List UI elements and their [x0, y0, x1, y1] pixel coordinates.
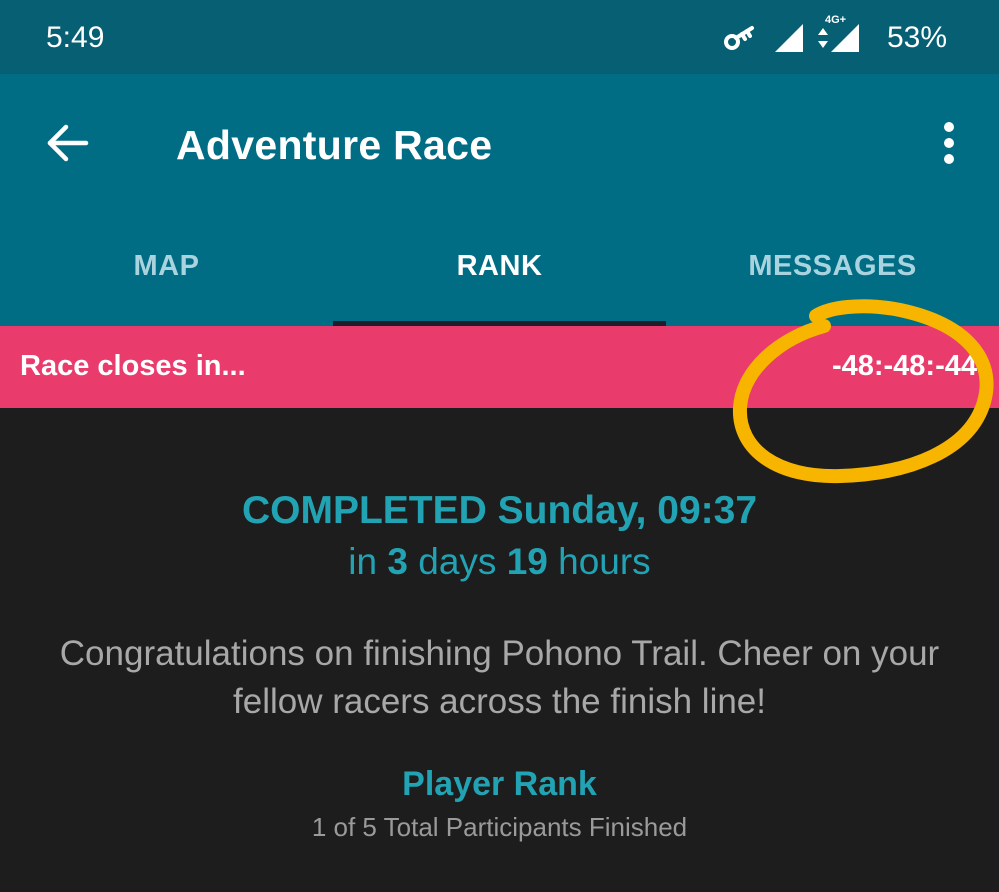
status-time: 5:49 [46, 21, 105, 54]
tab-rank[interactable]: RANK [333, 234, 666, 326]
player-rank-detail: 1 of 5 Total Participants Finished [311, 812, 688, 842]
completed-status: COMPLETED Sunday, 09:37 [241, 489, 758, 532]
network-4g-icon: 4G+ [817, 14, 861, 54]
arrow-left-icon [46, 123, 90, 168]
tab-map[interactable]: MAP [0, 234, 333, 326]
vpn-key-icon [723, 23, 761, 53]
back-button[interactable] [36, 118, 100, 172]
more-vertical-icon [943, 121, 955, 170]
duration-hours-label: hours [558, 541, 651, 582]
race-countdown-banner: Race closes in... -48:-48:-44 [0, 326, 999, 408]
race-duration: in 3 days 19 hours [0, 538, 999, 586]
duration-prefix: in [348, 541, 378, 582]
more-options-button[interactable] [929, 114, 969, 176]
duration-days-value: 3 [387, 541, 408, 582]
status-icons: 4G+ 53% [723, 14, 947, 58]
tab-bar: MAP RANK MESSAGES [0, 234, 999, 326]
page-title: Adventure Race [176, 122, 493, 168]
app-bar: Adventure Race MAP RANK MESSAGES [0, 74, 999, 326]
battery-level: 53% [886, 21, 947, 54]
app-screen: 5:49 4G+ 53% Adventure Race MAP RANK MES… [0, 0, 999, 892]
signal-icon [773, 22, 805, 54]
network-label: 4G+ [824, 14, 847, 26]
duration-hours-value: 19 [506, 541, 548, 582]
duration-days-label: days [418, 541, 497, 582]
congratulations-message: Congratulations on finishing Pohono Trai… [59, 634, 940, 721]
tab-messages[interactable]: MESSAGES [666, 234, 999, 326]
status-bar: 5:49 4G+ 53% [0, 0, 999, 74]
race-countdown-timer: -48:-48:-44 [831, 350, 977, 382]
player-rank-title: Player Rank [402, 765, 597, 803]
race-closes-label: Race closes in... [20, 350, 246, 382]
